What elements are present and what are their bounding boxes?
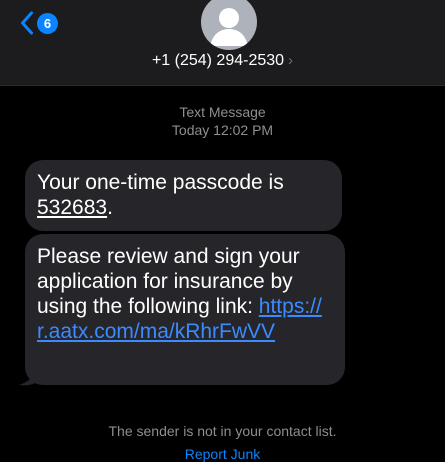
service-label: Text Message (179, 104, 266, 120)
chevron-right-icon: › (288, 52, 294, 69)
person-avatar-icon (210, 8, 248, 46)
message-bubble[interactable]: Your one-time passcode is 532683. (25, 160, 342, 231)
contact-avatar[interactable] (201, 0, 257, 50)
message-bubble[interactable]: Please review and sign your application … (25, 234, 345, 385)
back-button[interactable]: 6 (20, 10, 58, 36)
report-junk-link[interactable]: Report Junk (0, 446, 445, 462)
unknown-sender-note: The sender is not in your contact list. (108, 423, 337, 439)
message-timestamp: Today 12:02 PM (171, 122, 274, 138)
contact-number: +1 (254) 294-2530 (151, 52, 285, 69)
thread-meta: Text Message Today 12:02 PM (0, 103, 445, 139)
message-text-end: . (107, 196, 113, 219)
contact-name-button[interactable]: +1 (254) 294-2530 › (0, 52, 445, 70)
chevron-left-icon (21, 11, 33, 35)
conversation-header: 6 +1 (254) 294-2530 › (0, 0, 445, 86)
unread-count-badge: 6 (37, 12, 58, 34)
message-text: Your one-time passcode is (37, 171, 284, 194)
passcode-value[interactable]: 532683 (37, 196, 107, 219)
bubble-tail (19, 365, 41, 386)
